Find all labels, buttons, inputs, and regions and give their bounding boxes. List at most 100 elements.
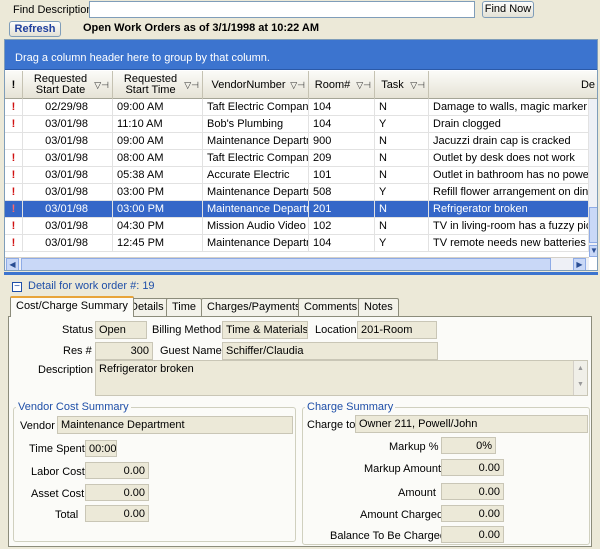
- description-text: Refrigerator broken: [99, 363, 194, 375]
- cell-room: 104: [309, 99, 375, 116]
- cell-flag: !: [5, 167, 23, 184]
- scroll-right-icon[interactable]: ▶: [573, 258, 586, 270]
- cell-task: N: [375, 133, 429, 150]
- labor-cost-label: Labor Cost: [31, 466, 85, 478]
- description-field[interactable]: Refrigerator broken ▲ ▼: [95, 360, 588, 396]
- cell-flag: [5, 133, 23, 150]
- filter-pin-icon[interactable]: ▽⊣: [184, 80, 199, 91]
- scroll-thumb[interactable]: [589, 207, 597, 243]
- location-label: Location: [315, 324, 357, 336]
- vendor-cost-summary-title: Vendor Cost Summary: [16, 401, 131, 413]
- find-description-input[interactable]: [89, 1, 475, 18]
- cell-room: 102: [309, 218, 375, 235]
- tab-time[interactable]: Time: [166, 298, 203, 316]
- total-field: 0.00: [85, 505, 149, 522]
- cell-time: 05:38 AM: [113, 167, 203, 184]
- col-flag[interactable]: !: [5, 71, 23, 99]
- tab-cost-charge-summary[interactable]: Cost/Charge Summary: [10, 296, 134, 317]
- location-field: 201-Room: [357, 321, 437, 339]
- cell-vendor: Maintenance Departme: [203, 133, 309, 150]
- charge-summary-title: Charge Summary: [305, 401, 396, 413]
- col-task[interactable]: Task ▽⊣: [375, 71, 429, 99]
- refresh-button[interactable]: Refresh: [9, 21, 61, 37]
- cell-room: 101: [309, 167, 375, 184]
- cell-task: N: [375, 218, 429, 235]
- tab-charges-payments[interactable]: Charges/Payments: [201, 298, 307, 316]
- charge-to-field: Owner 211, Powell/John: [355, 415, 588, 433]
- filter-pin-icon[interactable]: ▽⊣: [290, 80, 305, 91]
- scroll-left-icon[interactable]: ◀: [6, 258, 19, 270]
- cell-vendor: Mission Audio Video: [203, 218, 309, 235]
- table-row[interactable]: ! 03/01/98 08:00 AM Taft Electric Company 20…: [5, 150, 589, 167]
- billing-method-field: Time & Materials: [222, 321, 308, 339]
- balance-field: 0.00: [441, 526, 504, 543]
- table-row[interactable]: !03/01/9803:00 PMMaintenance Departme201…: [5, 201, 589, 218]
- table-row[interactable]: !03/01/9803:00 PMMaintenance Departme508…: [5, 184, 589, 201]
- horizontal-scrollbar[interactable]: ◀ ▶: [5, 257, 589, 270]
- vertical-scrollbar[interactable]: ▼: [589, 99, 597, 257]
- col-start-date-label: Requested Start Date: [33, 73, 88, 96]
- splitter[interactable]: [4, 272, 598, 275]
- tab-comments[interactable]: Comments: [298, 298, 364, 316]
- tab-notes[interactable]: Notes: [358, 298, 399, 316]
- cell-desc: Outlet in bathroom has no power.: [429, 167, 589, 184]
- vendor-field: Maintenance Department: [57, 416, 293, 434]
- page-title: Open Work Orders as of 3/1/1998 at 10:22…: [83, 22, 319, 34]
- col-start-time-label: Requested Start Time: [123, 73, 178, 96]
- col-vendor-label: VendorNumber: [211, 79, 286, 91]
- markup-pct-label: Markup %: [389, 441, 439, 453]
- scroll-thumb[interactable]: [21, 258, 551, 270]
- table-row[interactable]: ! 03/01/98 11:10 AM Bob's Plumbing 104 Y Drain…: [5, 116, 589, 133]
- time-spent-field: 00:00: [85, 440, 117, 457]
- detail-title: Detail for work order #: 19: [28, 280, 155, 292]
- cell-date: 03/01/98: [23, 201, 113, 218]
- table-row[interactable]: 03/01/9809:00 AMMaintenance Departme900N…: [5, 133, 589, 150]
- col-description[interactable]: De: [429, 71, 597, 99]
- cell-flag: !: [5, 99, 23, 116]
- cell-task: Y: [375, 235, 429, 252]
- cell-flag: !: [5, 116, 23, 133]
- table-row[interactable]: ! 03/01/98 04:30 PM Mission Audio Video 102 N…: [5, 218, 589, 235]
- asset-cost-field: 0.00: [85, 484, 149, 501]
- cell-vendor: Accurate Electric: [203, 167, 309, 184]
- description-label: Description: [38, 364, 94, 376]
- cell-desc: Refill flower arrangement on dining t: [429, 184, 589, 201]
- col-vendor[interactable]: VendorNumber ▽⊣: [203, 71, 309, 99]
- filter-pin-icon[interactable]: ▽⊣: [410, 80, 425, 91]
- guest-name-field: Schiffer/Claudia: [222, 342, 438, 360]
- table-row[interactable]: !03/01/9812:45 PMMaintenance Departme104…: [5, 235, 589, 252]
- cell-flag: !: [5, 235, 23, 252]
- col-start-date[interactable]: Requested Start Date ▽⊣: [23, 71, 113, 99]
- col-room-label: Room#: [314, 79, 351, 91]
- cell-room: 508: [309, 184, 375, 201]
- time-spent-label: Time Spent: [29, 443, 85, 455]
- cell-task: N: [375, 201, 429, 218]
- find-now-button[interactable]: Find Now: [482, 1, 534, 18]
- billing-method-label: Billing Method: [152, 324, 222, 336]
- collapse-icon[interactable]: −: [12, 282, 22, 292]
- res-number-label: Res #: [63, 345, 92, 357]
- cell-room: 104: [309, 235, 375, 252]
- cell-date: 03/01/98: [23, 218, 113, 235]
- cell-room: 201: [309, 201, 375, 218]
- cell-date: 03/01/98: [23, 150, 113, 167]
- table-row[interactable]: ! 03/01/98 05:38 AM Accurate Electric 101 N Ou…: [5, 167, 589, 184]
- cell-task: Y: [375, 116, 429, 133]
- find-description-label: Find Description: [13, 4, 93, 16]
- col-room[interactable]: Room# ▽⊣: [309, 71, 375, 99]
- table-row[interactable]: ! 02/29/98 09:00 AM Taft Electric Company 10…: [5, 99, 589, 116]
- filter-pin-icon[interactable]: ▽⊣: [94, 80, 109, 91]
- col-start-time[interactable]: Requested Start Time ▽⊣: [113, 71, 203, 99]
- group-hint: Drag a column header here to group by th…: [15, 52, 270, 64]
- cell-date: 03/01/98: [23, 184, 113, 201]
- filter-pin-icon[interactable]: ▽⊣: [356, 80, 371, 91]
- description-scrollbar[interactable]: ▲ ▼: [573, 361, 587, 395]
- scroll-down-icon[interactable]: ▼: [589, 245, 597, 257]
- cell-desc: Drain clogged: [429, 116, 589, 133]
- cell-time: 11:10 AM: [113, 116, 203, 133]
- vendor-label: Vendor: [20, 420, 55, 432]
- group-by-area[interactable]: Drag a column header here to group by th…: [5, 40, 597, 70]
- cell-task: N: [375, 150, 429, 167]
- cell-date: 03/01/98: [23, 133, 113, 150]
- col-task-label: Task: [381, 79, 404, 91]
